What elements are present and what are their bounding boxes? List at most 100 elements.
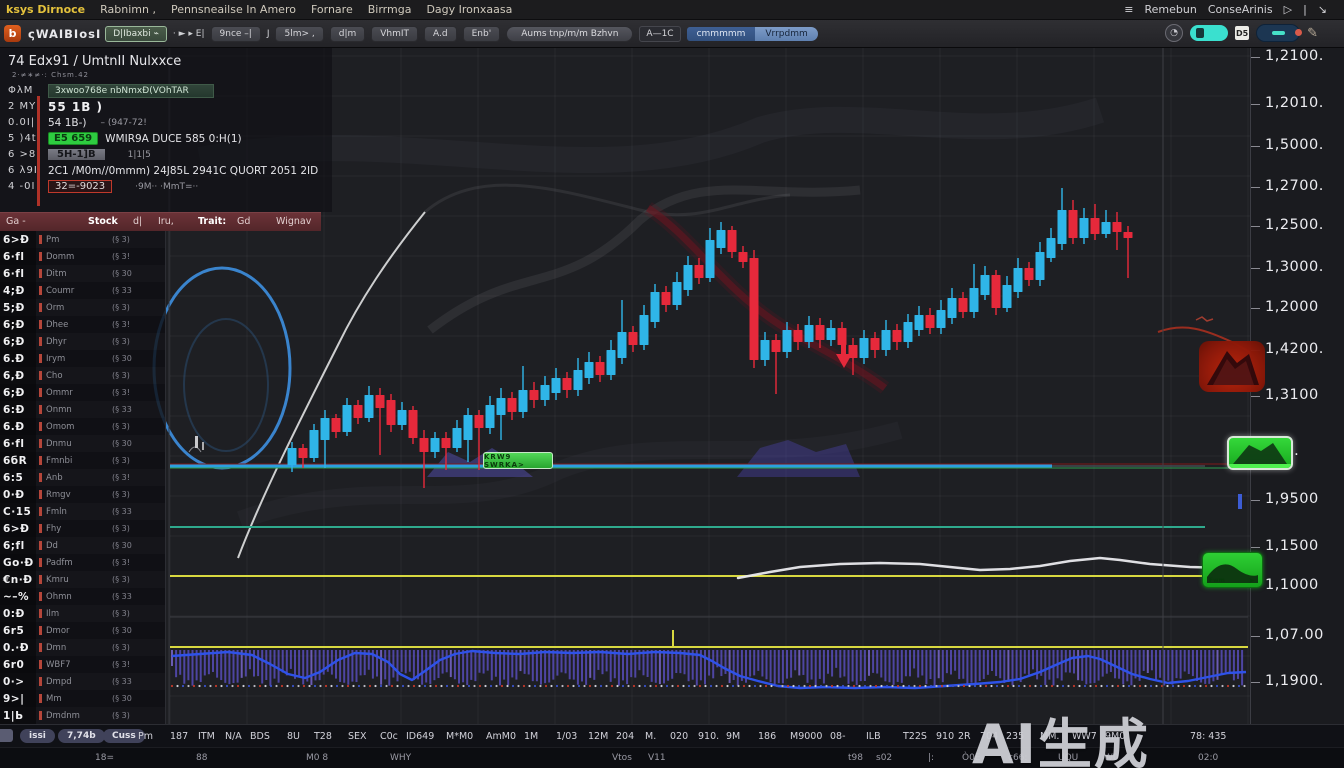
watchlist-row[interactable]: 6:5Anb(§ 3! [0, 469, 165, 486]
row-tick-icon [39, 269, 42, 278]
watchlist-row[interactable]: 6;flDd(§ 30 [0, 537, 165, 554]
watchlist-row[interactable]: ~–%Ohmn(§ 33 [0, 588, 165, 605]
menu-item[interactable]: ksys Dirnoce [6, 3, 85, 16]
row-time: 0.·Ð [0, 639, 36, 656]
axis-corner-pill[interactable] [0, 729, 13, 742]
info-red-box[interactable]: 32=-9023 [48, 180, 112, 193]
row-name: Orm [46, 303, 112, 313]
watchlist-row[interactable]: 6.ÐOmom(§ 3) [0, 418, 165, 435]
axis-pill[interactable]: 7,74b [58, 729, 105, 743]
toolbar-button[interactable]: · ► ▸ E| [173, 29, 205, 39]
row-tick-icon [39, 643, 42, 652]
watchlist-row[interactable]: 6·flDnmu(§ 30 [0, 435, 165, 452]
watchlist-row[interactable]: 6;ÐDhyr(§ 3) [0, 333, 165, 350]
toolbar-button[interactable]: A.d [424, 26, 457, 42]
axis-pill[interactable]: issi [20, 729, 55, 743]
menu-item[interactable]: ↘ [1318, 3, 1327, 16]
menu-item[interactable]: Remebun [1145, 3, 1197, 16]
menu-item[interactable]: Rabnimn , [100, 3, 156, 16]
watchlist-row[interactable]: 0·>Dmpd(§ 33 [0, 673, 165, 690]
axis-tick [1251, 682, 1260, 683]
watchlist-row[interactable]: 6r5Dmor(§ 30 [0, 622, 165, 639]
toolbar-button[interactable]: A—1C [639, 26, 680, 42]
menu-item[interactable]: ConseArinis [1208, 3, 1273, 16]
toolbar-button[interactable]: cmmmmm [687, 27, 756, 41]
watchlist-row[interactable]: 6бRFmnbi(§ 3) [0, 452, 165, 469]
row-value: (§ 3) [112, 609, 130, 618]
row-value: (§ 3) [112, 490, 130, 499]
toolbar-button[interactable]: ςWAIBIosI [28, 27, 101, 41]
toolbar-button[interactable]: D|Ibaxbi ⌁ [105, 26, 167, 42]
watchlist-tab[interactable]: Ga - [6, 216, 26, 227]
panel-icon[interactable]: D5 [1235, 26, 1249, 40]
menu-item[interactable]: Birrmga [368, 3, 412, 16]
watchlist-tab[interactable]: Trait: [198, 216, 226, 227]
watchlist-row[interactable]: 6.ÐIrym(§ 30 [0, 350, 165, 367]
row-name: Dhyr [46, 337, 112, 347]
account-icon[interactable]: ◔ [1165, 24, 1183, 42]
row-tick-icon [39, 303, 42, 312]
toolbar-button[interactable]: Vrrpdmm [755, 27, 817, 41]
watchlist-tab[interactable]: d| [133, 216, 142, 227]
info-row: 2 MY55 1B ) [6, 99, 326, 114]
row-time: 1|Ь [0, 707, 36, 724]
watchlist-row[interactable]: 6;ÐDhee(§ 3! [0, 316, 165, 333]
menu-item[interactable]: ▷ [1284, 3, 1292, 16]
watchlist-tab[interactable]: Wignav [276, 216, 311, 227]
watchlist-row[interactable]: 6,ÐCho(§ 3) [0, 367, 165, 384]
watchlist-row[interactable]: 6·flDitm(§ 30 [0, 265, 165, 282]
confirm-trade-button[interactable]: Fwm ➤ [1202, 552, 1263, 588]
menu-item[interactable]: ≡ [1124, 3, 1133, 16]
app-logo-icon[interactable]: b [4, 25, 21, 42]
row-value: (§ 33 [112, 677, 132, 686]
draw-tool-icon[interactable]: ✎ [1307, 26, 1318, 41]
info-row-label: 4 -0I [6, 181, 48, 192]
watchlist-row[interactable]: 0:ÐIlm(§ 3) [0, 605, 165, 622]
watchlist-row[interactable]: 6·flDomm(§ 3! [0, 248, 165, 265]
mode-toggle[interactable] [1256, 24, 1300, 42]
row-tick-icon [39, 524, 42, 533]
row-name: Rmgv [46, 490, 112, 500]
menu-item[interactable]: Pennsneailse In Amero [171, 3, 296, 16]
watchlist-row[interactable]: 5;ÐOrm(§ 3) [0, 299, 165, 316]
watchlist-row[interactable]: €n·ÐKmru(§ 3) [0, 571, 165, 588]
row-tick-icon [39, 337, 42, 346]
sell-signal-marker[interactable] [1199, 341, 1265, 392]
info-row: ΦλM3xwoo768e nbNmxÐ(VOhTAR [6, 83, 326, 98]
watchlist-row[interactable]: C·15Fmln(§ 33 [0, 503, 165, 520]
info-row: 6 >8I5H-1]B1|1|5 [6, 147, 326, 162]
row-tick-icon [39, 660, 42, 669]
info-gray-box[interactable]: 5H-1]B [48, 149, 105, 160]
watchlist-row[interactable]: 0.·ÐDmn(§ 3) [0, 639, 165, 656]
watchlist-row[interactable]: 6r0WBF7(§ 3! [0, 656, 165, 673]
toolbar-button[interactable]: d|m [330, 26, 366, 42]
watchlist-tab[interactable]: Stock [88, 216, 118, 227]
toolbar-button[interactable]: Aums tnp/m/m Bzhvn [506, 26, 633, 42]
menu-item[interactable]: Fornare [311, 3, 353, 16]
toolbar-button[interactable]: J [267, 29, 270, 39]
watchlist-row[interactable]: 6>ÐFhy(§ 3) [0, 520, 165, 537]
buy-signal-button[interactable] [1227, 436, 1293, 470]
watchlist-row[interactable]: 0·ÐRmgv(§ 3) [0, 486, 165, 503]
theme-toggle[interactable] [1190, 25, 1228, 41]
toolbar-button[interactable]: 9nce –| [211, 26, 261, 42]
watchlist-row[interactable]: 6;ÐOmmr(§ 3! [0, 384, 165, 401]
watchlist-row[interactable]: 4;ÐCoumr(§ 33 [0, 282, 165, 299]
watchlist-tab[interactable]: Gd [237, 216, 250, 227]
watchlist-row[interactable]: 6:ÐOnmn(§ 33 [0, 401, 165, 418]
toolbar-button[interactable]: Enb' [463, 26, 501, 42]
watchlist-tab[interactable]: Iru, [158, 216, 174, 227]
row-value: (§ 3) [112, 303, 130, 312]
toolbar-button[interactable]: VhmIT [371, 26, 418, 42]
toolbar-button[interactable]: 5lm> , [275, 26, 323, 42]
watchlist-row[interactable]: 6>ÐPm(§ 3) [0, 231, 165, 248]
watchlist-row[interactable]: Go·ÐPadfm(§ 3! [0, 554, 165, 571]
watchlist-panel[interactable]: 6>ÐPm(§ 3)6·flDomm(§ 3!6·flDitm(§ 304;ÐC… [0, 231, 166, 724]
time-label: Vtos [612, 753, 632, 763]
menu-item[interactable]: | [1303, 3, 1307, 16]
watchlist-row[interactable]: 1|ЬDmdnm(§ 3) [0, 707, 165, 724]
menu-item[interactable]: Dagy Ironxaasa [426, 3, 512, 16]
watchlist-row[interactable]: 9>|Mm(§ 30 [0, 690, 165, 707]
chart-signal-pill[interactable]: KRW9 SWRKA> [483, 452, 553, 469]
time-label: 1M [524, 731, 538, 742]
